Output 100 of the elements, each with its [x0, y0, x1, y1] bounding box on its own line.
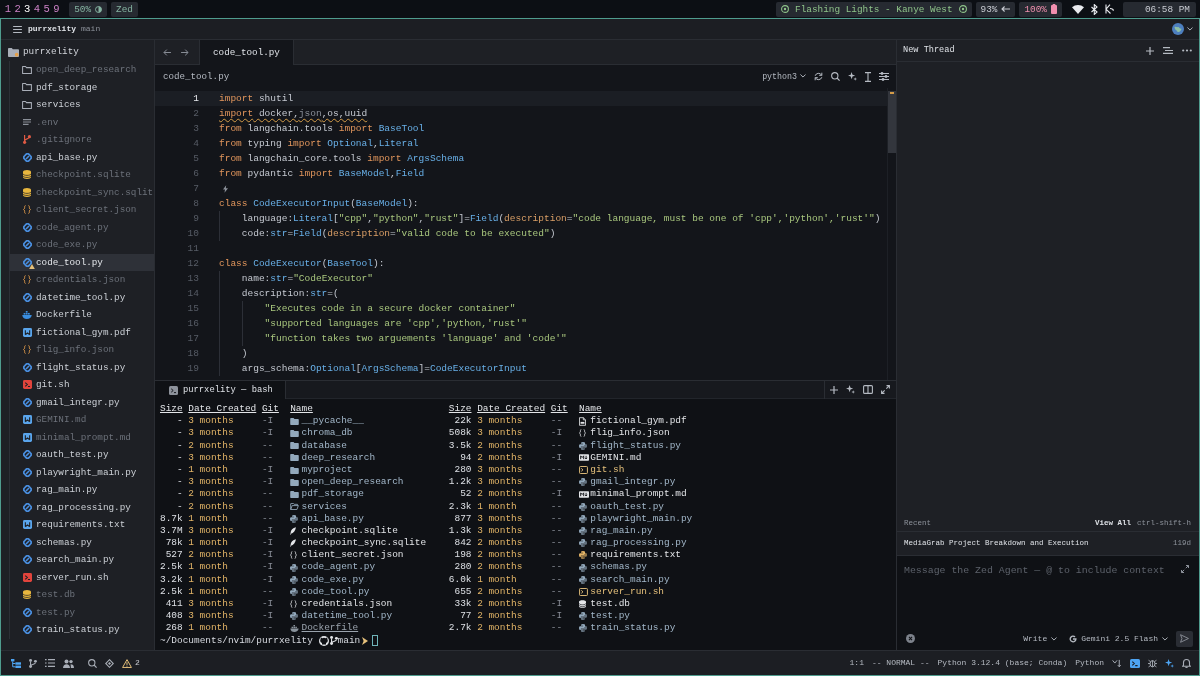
- bluetooth-icon[interactable]: [1091, 3, 1098, 15]
- maximize-icon[interactable]: [881, 385, 890, 394]
- workspace-button[interactable]: 9: [51, 2, 62, 16]
- file-size: -: [176, 451, 183, 464]
- bell-icon[interactable]: [1182, 658, 1191, 668]
- message-field[interactable]: Message the Zed Agent — @ to include context: [900, 561, 1178, 617]
- project-button[interactable]: purrxelity: [28, 24, 76, 34]
- tree-list-icon[interactable]: [11, 658, 21, 668]
- split-icon[interactable]: [863, 385, 873, 394]
- file-item[interactable]: rag_main.py: [10, 481, 154, 499]
- file-name: flight_status.py: [590, 439, 681, 452]
- workspace-button[interactable]: 3: [22, 2, 33, 16]
- file-item[interactable]: server_run.sh: [10, 568, 154, 586]
- file-item[interactable]: code_tool.py: [10, 253, 154, 271]
- menu-icon[interactable]: [13, 25, 22, 33]
- file-item[interactable]: fictional_gym.pdf: [10, 323, 154, 341]
- refresh-icon[interactable]: [814, 72, 823, 81]
- git-status: -I: [261, 415, 274, 428]
- sparkle-icon[interactable]: [848, 72, 857, 81]
- diamond-icon[interactable]: [105, 658, 114, 668]
- people-icon[interactable]: [63, 658, 74, 668]
- workspace-button[interactable]: 5: [41, 2, 52, 16]
- sliders-icon[interactable]: [879, 72, 889, 81]
- file-size: -: [176, 415, 183, 428]
- editor-tab[interactable]: code_tool.py: [199, 40, 294, 65]
- file-item[interactable]: gmail_integr.py: [10, 393, 154, 411]
- sparkle-icon[interactable]: [1165, 658, 1174, 668]
- media-button[interactable]: Flashing Lights - Kanye West: [776, 1, 972, 17]
- warning-icon: [122, 658, 132, 668]
- file-item[interactable]: Dockerfile: [10, 306, 154, 324]
- send-button[interactable]: [1176, 630, 1193, 647]
- list-icon[interactable]: [1163, 47, 1173, 54]
- brightness-button[interactable]: 50%: [69, 1, 107, 17]
- bug-icon[interactable]: [1148, 658, 1157, 668]
- plus-icon[interactable]: [830, 385, 838, 394]
- list-icon[interactable]: [45, 659, 55, 667]
- file-name: checkpoint_sync.sqlite: [301, 537, 427, 550]
- search-icon[interactable]: [88, 658, 97, 668]
- volume-button[interactable]: 93%: [975, 1, 1016, 17]
- kernel-dropdown[interactable]: python3: [762, 71, 806, 82]
- workspace-button[interactable]: 1: [3, 2, 13, 16]
- message-composer[interactable]: Message the Zed Agent — @ to include context Write Gemini 2.5 Flash: [897, 555, 1199, 650]
- caret-icon: [1051, 636, 1058, 641]
- file-item[interactable]: rag_processing.py: [10, 498, 154, 516]
- file-item[interactable]: datetime_tool.py: [10, 288, 154, 306]
- workspace-button[interactable]: 2: [12, 2, 23, 16]
- git-status: --: [550, 463, 563, 477]
- file-size: 842: [454, 537, 472, 550]
- window-title: Zed: [111, 1, 138, 17]
- git-status: -I: [261, 537, 274, 550]
- file-item[interactable]: train_status.py: [10, 621, 154, 639]
- project-root-item[interactable]: purrxelity: [1, 43, 79, 61]
- date-created: 1 month: [188, 622, 228, 635]
- folder-item[interactable]: pdf_storage: [10, 78, 154, 96]
- workspace-button[interactable]: 4: [32, 2, 42, 16]
- scrollbar-thumb[interactable]: [888, 91, 896, 153]
- terminal-tab[interactable]: purrxelity — bash: [155, 381, 286, 399]
- expand-icon[interactable]: [1181, 565, 1189, 573]
- cursor-position[interactable]: 1:1: [849, 658, 864, 668]
- plus-icon[interactable]: [1146, 46, 1154, 55]
- language-button[interactable]: Python: [1075, 658, 1104, 668]
- arrow-left-icon[interactable]: [163, 48, 171, 56]
- tray-icon[interactable]: [1105, 4, 1114, 14]
- lightning-icon[interactable]: [223, 184, 228, 193]
- file-item[interactable]: requirements.txt: [10, 516, 154, 534]
- diagnostics-button[interactable]: 2: [122, 658, 140, 668]
- date-created: 2 months: [477, 439, 523, 452]
- arrow-right-icon[interactable]: [181, 48, 189, 56]
- code-line: language:Literal["cpp","python","rust"]=Field(description="code language, must be one of 'cpp','python','rust'"): [241, 212, 881, 226]
- battery-button[interactable]: 100%: [1019, 1, 1062, 17]
- file-item[interactable]: api_base.py: [10, 148, 154, 166]
- text-cursor-icon[interactable]: [865, 71, 871, 82]
- python-file-icon: [579, 441, 588, 450]
- line-number: 8: [193, 197, 199, 211]
- more-icon[interactable]: [1182, 49, 1192, 52]
- git-status: -I: [261, 561, 274, 574]
- terminal-icon[interactable]: [1130, 658, 1140, 668]
- folder-item[interactable]: services: [10, 96, 154, 114]
- file-item[interactable]: schemas.py: [10, 533, 154, 551]
- file-size: 655: [454, 585, 472, 598]
- search-icon[interactable]: [831, 72, 840, 81]
- breadcrumb[interactable]: code_tool.py: [163, 71, 230, 82]
- sparkle-icon[interactable]: [846, 385, 855, 394]
- mode-dropdown[interactable]: Write: [1023, 633, 1058, 644]
- database-icon: [23, 170, 31, 180]
- model-dropdown[interactable]: Gemini 2.5 Flash: [1069, 633, 1168, 644]
- file-item[interactable]: git.sh: [10, 376, 154, 394]
- branch-icon[interactable]: [29, 658, 37, 668]
- close-circle-icon[interactable]: [906, 634, 915, 643]
- file-item[interactable]: oauth_test.py: [10, 446, 154, 464]
- branch-button[interactable]: main: [81, 24, 101, 34]
- file-item[interactable]: search_main.py: [10, 551, 154, 569]
- date-created: 2 months: [477, 451, 523, 464]
- interpreter-button[interactable]: Python 3.12.4 (base; Conda): [937, 658, 1068, 668]
- git-status: --: [550, 561, 563, 574]
- zigzag-arrow-icon[interactable]: [1112, 658, 1122, 668]
- file-item[interactable]: flight_status.py: [10, 358, 154, 376]
- file-item[interactable]: playwright_main.py: [10, 463, 154, 481]
- account-button[interactable]: [1172, 23, 1193, 35]
- wifi-icon[interactable]: [1072, 4, 1084, 14]
